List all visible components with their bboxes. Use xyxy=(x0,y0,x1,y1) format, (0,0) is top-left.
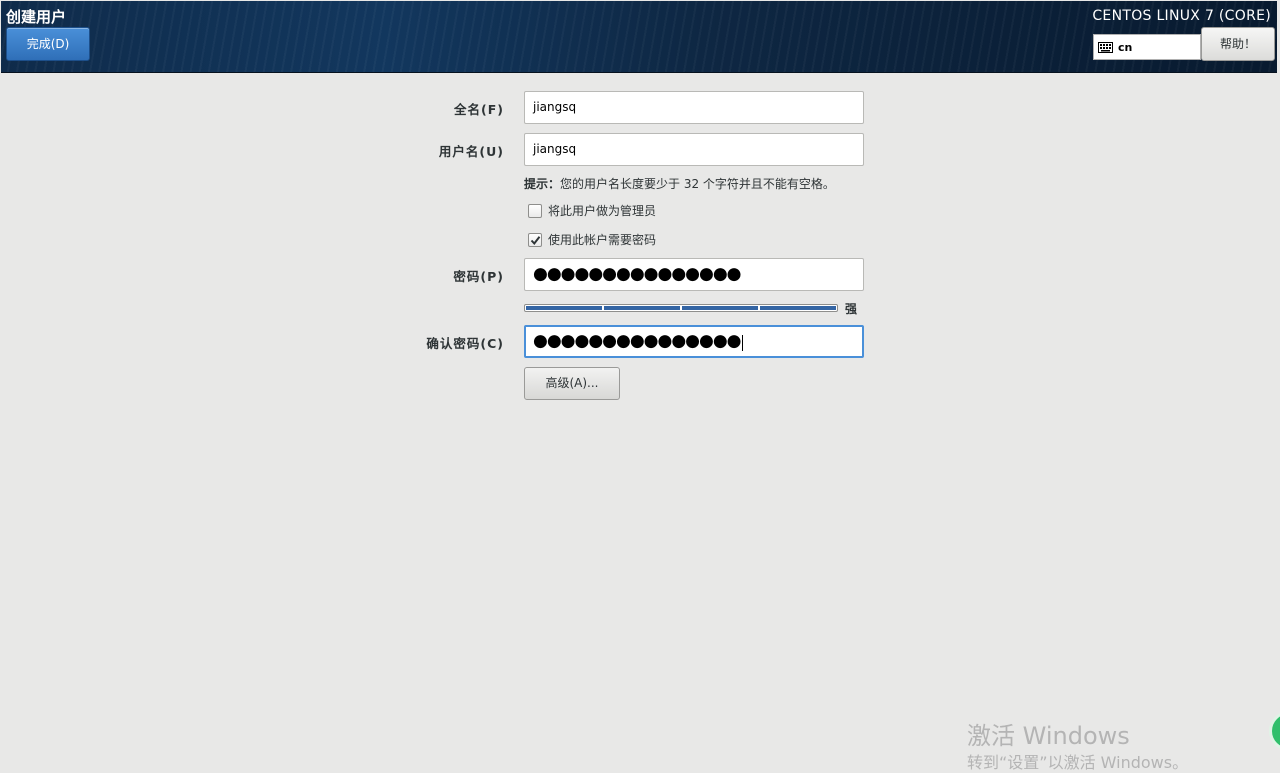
checkmark-icon xyxy=(530,235,541,245)
password-label: 密码(P) xyxy=(453,269,504,284)
product-name: CENTOS LINUX 7 (CORE) xyxy=(1092,8,1271,24)
require-password-checkbox[interactable] xyxy=(528,232,542,247)
top-banner xyxy=(1,1,1277,73)
tray-badge-icon[interactable] xyxy=(1269,711,1280,751)
username-input[interactable]: jiangsq xyxy=(524,133,864,166)
admin-checkbox-row[interactable]: 将此用户做为管理员 xyxy=(528,202,656,219)
password-input[interactable]: ●●●●●●●●●●●●●●● xyxy=(524,258,864,291)
fullname-label: 全名(F) xyxy=(454,102,504,117)
password-strength-meter xyxy=(524,304,838,312)
confirm-password-label: 确认密码(C) xyxy=(426,336,504,351)
fullname-input[interactable]: jiangsq xyxy=(524,91,864,124)
admin-checkbox[interactable] xyxy=(528,203,542,218)
keyboard-layout-indicator[interactable]: cn xyxy=(1093,34,1201,60)
text-caret xyxy=(741,334,743,351)
keyboard-layout-label: cn xyxy=(1118,40,1133,54)
strength-segment xyxy=(760,306,836,310)
activation-watermark-title: 激活 Windows xyxy=(967,722,1130,750)
confirm-password-input[interactable]: ●●●●●●●●●●●●●●● xyxy=(524,325,864,358)
advanced-button[interactable]: 高级(A)... xyxy=(524,367,620,400)
password-strength-label: 强 xyxy=(845,302,858,316)
keyboard-icon xyxy=(1098,41,1113,53)
done-button[interactable]: 完成(D) xyxy=(6,27,90,61)
activation-watermark-subtitle: 转到“设置”以激活 Windows。 xyxy=(967,753,1189,772)
username-label: 用户名(U) xyxy=(438,144,504,159)
hint-text: 您的用户名长度要少于 32 个字符并且不能有空格。 xyxy=(560,177,835,191)
hint-prefix: 提示： xyxy=(524,177,561,191)
strength-segment xyxy=(526,306,602,310)
confirm-password-mask: ●●●●●●●●●●●●●●● xyxy=(533,331,742,351)
require-password-label: 使用此帐户需要密码 xyxy=(548,233,657,247)
username-hint: 提示：您的用户名长度要少于 32 个字符并且不能有空格。 xyxy=(524,175,835,192)
page-title: 创建用户 xyxy=(6,8,67,26)
strength-segment xyxy=(604,306,680,310)
admin-checkbox-label: 将此用户做为管理员 xyxy=(548,204,657,218)
help-button[interactable]: 帮助！ xyxy=(1201,27,1275,61)
strength-segment xyxy=(682,306,758,310)
password-mask: ●●●●●●●●●●●●●●● xyxy=(533,264,742,284)
require-password-row[interactable]: 使用此帐户需要密码 xyxy=(528,231,656,248)
